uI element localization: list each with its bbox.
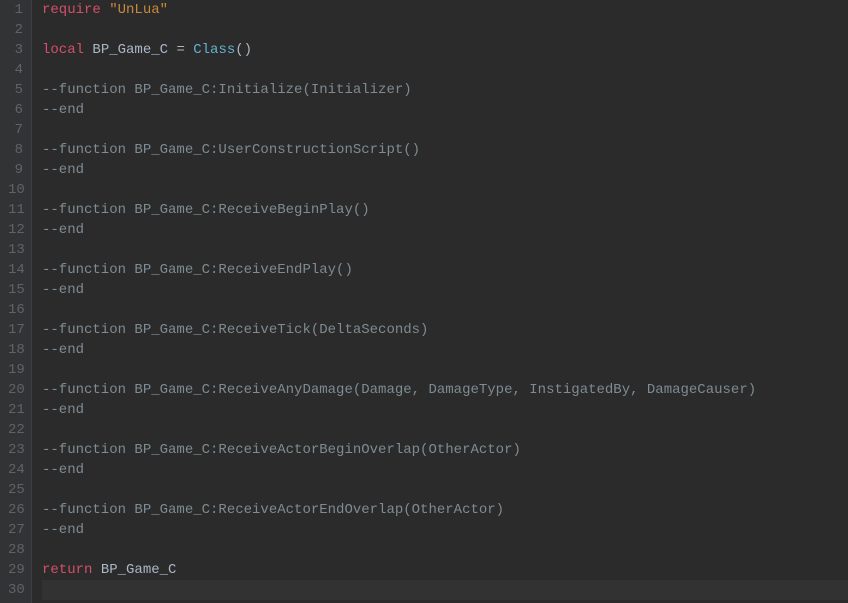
token: --end: [42, 220, 84, 240]
line-number: 15: [8, 280, 23, 300]
code-line[interactable]: --end: [42, 220, 848, 240]
line-number: 17: [8, 320, 23, 340]
token: BP_Game_C: [84, 40, 176, 60]
token: --end: [42, 100, 84, 120]
token: (): [235, 40, 252, 60]
token: --function BP_Game_C:ReceiveEndPlay(): [42, 260, 353, 280]
code-line[interactable]: [42, 240, 848, 260]
line-number: 23: [8, 440, 23, 460]
line-number: 8: [8, 140, 23, 160]
line-number: 28: [8, 540, 23, 560]
code-line[interactable]: --end: [42, 400, 848, 420]
code-line[interactable]: --function BP_Game_C:Initialize(Initiali…: [42, 80, 848, 100]
line-number: 2: [8, 20, 23, 40]
line-number: 3: [8, 40, 23, 60]
token: BP_Game_C: [92, 560, 176, 580]
token: --function BP_Game_C:UserConstructionScr…: [42, 140, 420, 160]
token: [101, 0, 109, 20]
line-number: 6: [8, 100, 23, 120]
line-number: 29: [8, 560, 23, 580]
code-line[interactable]: --function BP_Game_C:UserConstructionScr…: [42, 140, 848, 160]
token: --end: [42, 160, 84, 180]
token: --end: [42, 460, 84, 480]
token: require: [42, 0, 101, 20]
code-line[interactable]: [42, 580, 848, 600]
token: --end: [42, 280, 84, 300]
line-number: 24: [8, 460, 23, 480]
line-number: 19: [8, 360, 23, 380]
code-line[interactable]: --function BP_Game_C:ReceiveBeginPlay(): [42, 200, 848, 220]
code-line[interactable]: --function BP_Game_C:ReceiveTick(DeltaSe…: [42, 320, 848, 340]
code-line[interactable]: [42, 20, 848, 40]
code-line[interactable]: [42, 120, 848, 140]
line-number: 7: [8, 120, 23, 140]
token: --function BP_Game_C:ReceiveActorEndOver…: [42, 500, 504, 520]
code-line[interactable]: [42, 60, 848, 80]
line-number: 26: [8, 500, 23, 520]
line-number: 14: [8, 260, 23, 280]
code-line[interactable]: --end: [42, 100, 848, 120]
line-number: 22: [8, 420, 23, 440]
line-number: 10: [8, 180, 23, 200]
line-number: 18: [8, 340, 23, 360]
token: --function BP_Game_C:ReceiveActorBeginOv…: [42, 440, 521, 460]
line-number: 5: [8, 80, 23, 100]
token: --function BP_Game_C:ReceiveBeginPlay(): [42, 200, 370, 220]
code-line[interactable]: --end: [42, 460, 848, 480]
token: local: [42, 40, 84, 60]
token: "UnLua": [109, 0, 168, 20]
code-line[interactable]: return BP_Game_C: [42, 560, 848, 580]
line-number: 16: [8, 300, 23, 320]
code-line[interactable]: --end: [42, 160, 848, 180]
code-line[interactable]: --function BP_Game_C:ReceiveEndPlay(): [42, 260, 848, 280]
token: return: [42, 560, 92, 580]
token: --function BP_Game_C:Initialize(Initiali…: [42, 80, 412, 100]
line-number: 4: [8, 60, 23, 80]
code-line[interactable]: --function BP_Game_C:ReceiveActorBeginOv…: [42, 440, 848, 460]
code-line[interactable]: --end: [42, 340, 848, 360]
code-line[interactable]: --end: [42, 520, 848, 540]
line-number: 27: [8, 520, 23, 540]
code-line[interactable]: --function BP_Game_C:ReceiveActorEndOver…: [42, 500, 848, 520]
line-number: 30: [8, 580, 23, 600]
line-number: 11: [8, 200, 23, 220]
line-number: 1: [8, 0, 23, 20]
token: --end: [42, 400, 84, 420]
code-line[interactable]: local BP_Game_C = Class(): [42, 40, 848, 60]
line-number-gutter: 1234567891011121314151617181920212223242…: [0, 0, 32, 603]
code-line[interactable]: [42, 540, 848, 560]
code-line[interactable]: [42, 180, 848, 200]
code-editor-area[interactable]: require "UnLua" local BP_Game_C = Class(…: [32, 0, 848, 603]
code-line[interactable]: --function BP_Game_C:ReceiveAnyDamage(Da…: [42, 380, 848, 400]
token: --function BP_Game_C:ReceiveAnyDamage(Da…: [42, 380, 756, 400]
code-line[interactable]: [42, 300, 848, 320]
token: =: [176, 40, 193, 60]
line-number: 20: [8, 380, 23, 400]
token: --end: [42, 520, 84, 540]
line-number: 13: [8, 240, 23, 260]
token: --function BP_Game_C:ReceiveTick(DeltaSe…: [42, 320, 428, 340]
code-line[interactable]: [42, 420, 848, 440]
token: --end: [42, 340, 84, 360]
line-number: 9: [8, 160, 23, 180]
line-number: 21: [8, 400, 23, 420]
line-number: 12: [8, 220, 23, 240]
code-line[interactable]: require "UnLua": [42, 0, 848, 20]
code-line[interactable]: [42, 360, 848, 380]
code-line[interactable]: [42, 480, 848, 500]
code-line[interactable]: --end: [42, 280, 848, 300]
line-number: 25: [8, 480, 23, 500]
token: Class: [193, 40, 235, 60]
